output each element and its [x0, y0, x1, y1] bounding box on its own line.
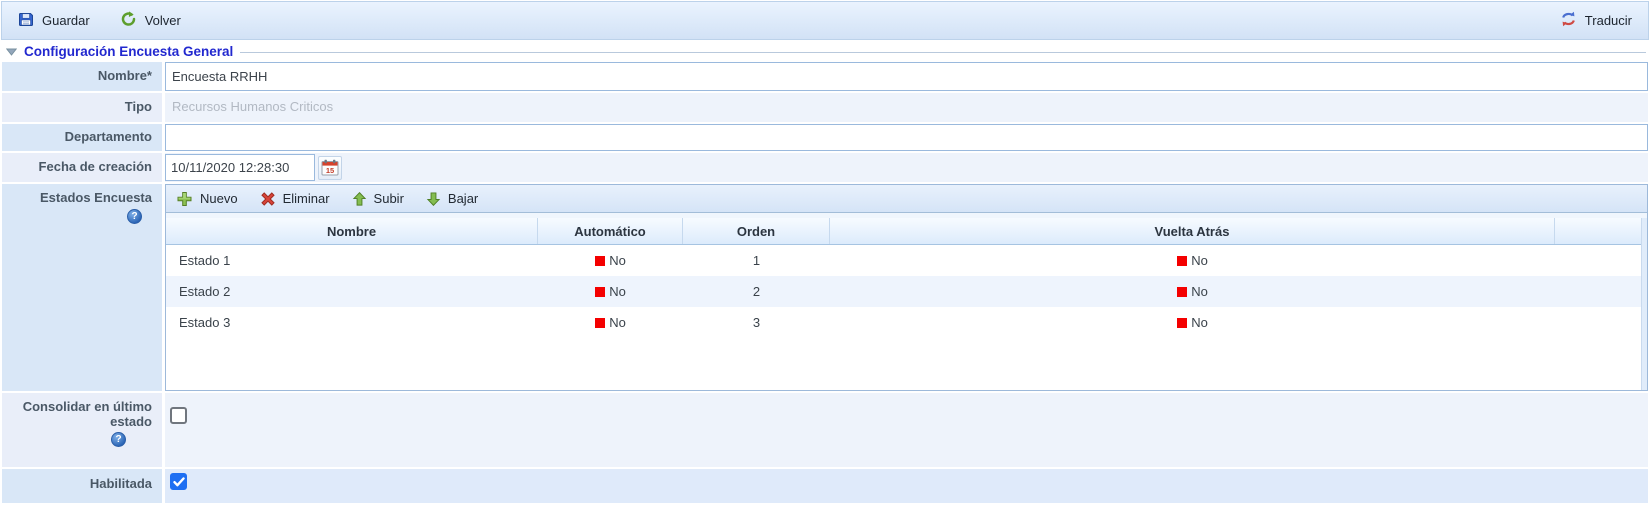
back-arrow-icon	[120, 11, 137, 30]
red-flag-icon	[595, 256, 605, 266]
cell-automatico: No	[538, 245, 683, 276]
cell-orden: 2	[683, 276, 830, 307]
red-flag-icon	[1177, 256, 1187, 266]
save-button-label: Guardar	[42, 13, 90, 28]
section-legend: Configuración Encuesta General	[6, 43, 1646, 60]
cell-vuelta-atras: No	[830, 307, 1555, 338]
estado-move-up-button[interactable]: Subir	[352, 191, 404, 207]
grid-empty-area	[166, 338, 1641, 390]
nombre-input[interactable]	[165, 62, 1648, 91]
estado-move-up-label: Subir	[374, 191, 404, 206]
estados-label: Estados Encuesta	[40, 190, 152, 205]
cell-orden: 1	[683, 245, 830, 276]
column-header-vuelta-atras[interactable]: Vuelta Atrás	[830, 218, 1555, 244]
cell-automatico: No	[538, 307, 683, 338]
grid-vertical-scrollbar[interactable]	[1641, 218, 1647, 390]
section-title: Configuración Encuesta General	[24, 44, 233, 59]
config-form: Nombre* Tipo Recursos Humanos Criticos D…	[2, 62, 1648, 503]
cell-nombre: Estado 3	[166, 307, 538, 338]
red-cross-icon	[260, 191, 276, 207]
column-header-automatico[interactable]: Automático	[538, 218, 683, 244]
svg-text:15: 15	[326, 166, 334, 175]
translate-arrows-icon	[1560, 11, 1577, 30]
cell-automatico: No	[538, 276, 683, 307]
arrow-up-icon	[352, 191, 367, 207]
departamento-input[interactable]	[165, 124, 1648, 151]
cell-vuelta-atras: No	[830, 276, 1555, 307]
red-flag-icon	[1177, 318, 1187, 328]
red-flag-icon	[595, 287, 605, 297]
translate-button[interactable]: Traducir	[1560, 11, 1632, 30]
save-floppy-icon	[18, 11, 34, 30]
save-button[interactable]: Guardar	[18, 11, 90, 30]
cell-orden: 3	[683, 307, 830, 338]
fecha-creacion-label: Fecha de creación	[2, 153, 162, 182]
row-estados-encuesta: Estados Encuesta ? Nuevo	[2, 184, 1648, 391]
habilitada-checkbox[interactable]	[170, 473, 187, 490]
estado-new-label: Nuevo	[200, 191, 238, 206]
column-header-nombre[interactable]: Nombre	[166, 218, 538, 244]
departamento-label: Departamento	[2, 124, 162, 151]
row-tipo: Tipo Recursos Humanos Criticos	[2, 93, 1648, 122]
estados-label-cell: Estados Encuesta ?	[2, 184, 162, 391]
estados-grid-panel: Nuevo Eliminar	[165, 184, 1648, 391]
estado-delete-button[interactable]: Eliminar	[260, 191, 330, 207]
plus-icon	[176, 191, 193, 207]
estado-move-down-label: Bajar	[448, 191, 478, 206]
fecha-creacion-input[interactable]	[165, 154, 315, 181]
table-row[interactable]: Estado 2 No 2 No	[166, 276, 1641, 307]
row-consolidar: Consolidar en último estado ?	[2, 393, 1648, 467]
consolidar-label: Consolidar en último estado	[2, 399, 152, 429]
red-flag-icon	[595, 318, 605, 328]
table-row[interactable]: Estado 3 No 3 No	[166, 307, 1641, 338]
estados-grid-view: Nombre Automático Orden Vuelta Atrás Est…	[166, 218, 1647, 390]
row-habilitada: Habilitada	[2, 469, 1648, 503]
consolidar-checkbox[interactable]	[170, 407, 187, 424]
habilitada-label: Habilitada	[2, 469, 162, 503]
cell-nombre: Estado 2	[166, 276, 538, 307]
back-button[interactable]: Volver	[120, 11, 181, 30]
arrow-down-icon	[426, 191, 441, 207]
tipo-value-disabled: Recursos Humanos Criticos	[165, 93, 1648, 114]
row-departamento: Departamento	[2, 124, 1648, 151]
estados-grid-header: Nombre Automático Orden Vuelta Atrás	[166, 218, 1641, 245]
table-row[interactable]: Estado 1 No 1 No	[166, 245, 1641, 276]
red-flag-icon	[1177, 287, 1187, 297]
date-picker-button[interactable]: 15	[318, 156, 342, 180]
translate-button-label: Traducir	[1585, 13, 1632, 28]
estados-help-icon[interactable]: ?	[127, 209, 142, 224]
legend-divider	[240, 52, 1646, 53]
column-header-filler	[1555, 218, 1641, 244]
consolidar-label-cell: Consolidar en último estado ?	[2, 393, 162, 467]
estado-new-button[interactable]: Nuevo	[176, 191, 238, 207]
cell-nombre: Estado 1	[166, 245, 538, 276]
nombre-label: Nombre*	[2, 62, 162, 91]
estado-move-down-button[interactable]: Bajar	[426, 191, 478, 207]
cell-vuelta-atras: No	[830, 245, 1555, 276]
estado-delete-label: Eliminar	[283, 191, 330, 206]
consolidar-help-icon[interactable]: ?	[111, 432, 126, 447]
calendar-icon: 15	[321, 159, 339, 176]
row-fecha-creacion: Fecha de creación 15	[2, 153, 1648, 182]
column-header-orden[interactable]: Orden	[683, 218, 830, 244]
tipo-label: Tipo	[2, 93, 162, 122]
main-toolbar: Guardar Volver Traducir	[1, 1, 1649, 40]
back-button-label: Volver	[145, 13, 181, 28]
collapse-triangle-icon[interactable]	[6, 48, 17, 56]
row-nombre: Nombre*	[2, 62, 1648, 91]
estados-grid-toolbar: Nuevo Eliminar	[166, 185, 1647, 213]
